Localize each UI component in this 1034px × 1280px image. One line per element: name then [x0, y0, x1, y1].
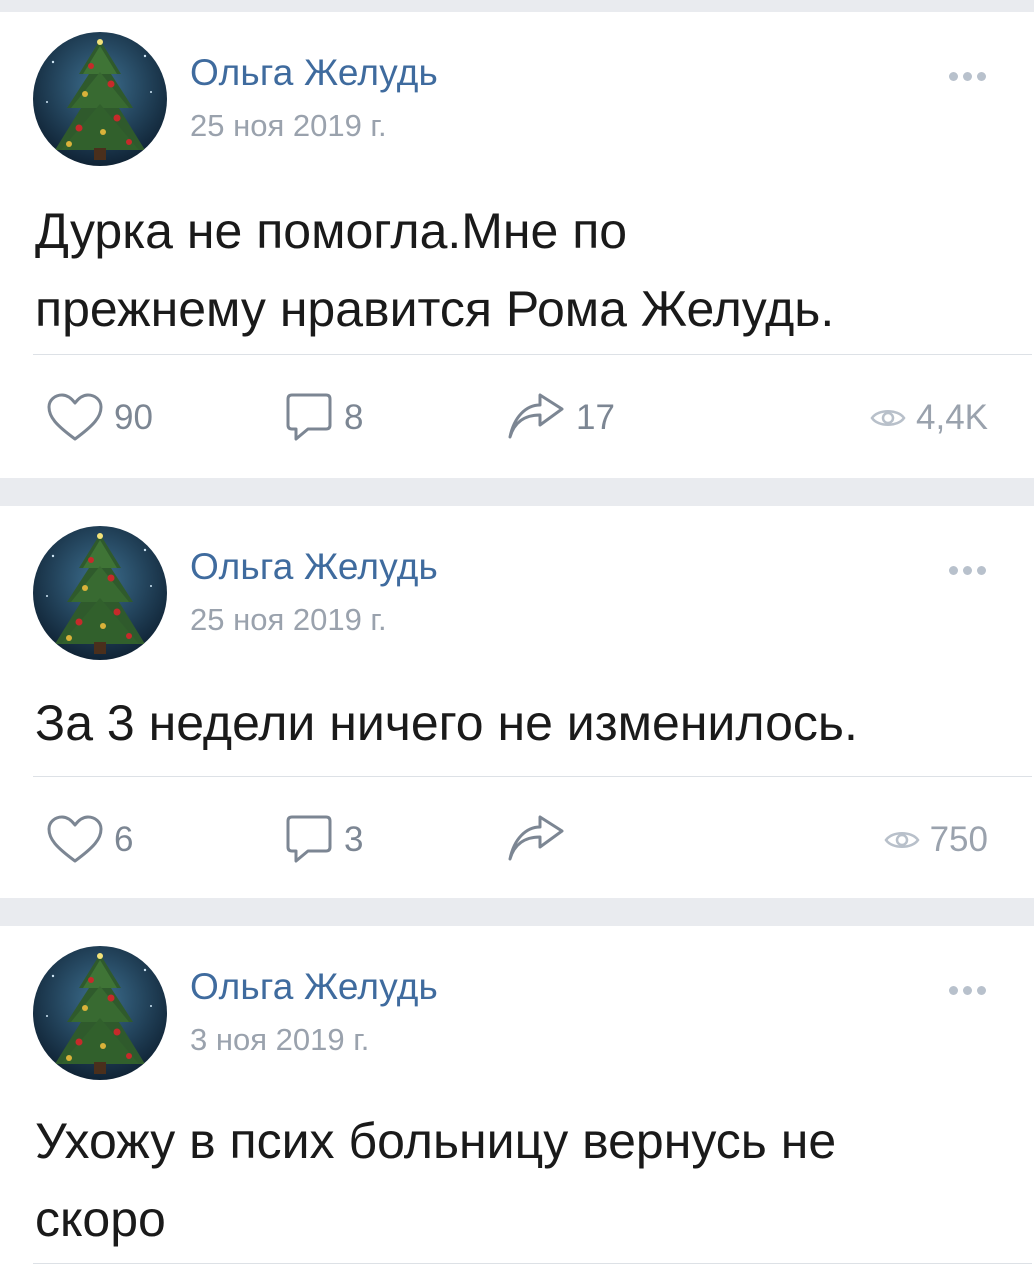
dot [949, 566, 958, 575]
dot [963, 72, 972, 81]
author-avatar[interactable] [33, 32, 167, 166]
share-button[interactable]: 17 [506, 388, 615, 448]
more-dots-icon[interactable] [949, 72, 986, 81]
post-text: За 3 недели ничего не изменилось. [35, 695, 858, 751]
dot [977, 566, 986, 575]
author-avatar[interactable] [33, 946, 167, 1080]
author-name[interactable]: Ольга Желудь [190, 966, 438, 1008]
divider [33, 776, 1032, 777]
post: Ольга Желудь 3 ноя 2019 г. Ухожу в псих … [0, 926, 1034, 1280]
dot [949, 986, 958, 995]
eye-icon [870, 410, 906, 426]
comment-icon [286, 393, 332, 441]
views: 750 [884, 810, 988, 870]
likes-count: 90 [114, 398, 153, 437]
divider [33, 1263, 1032, 1264]
heart-icon [47, 393, 103, 441]
views-count: 4,4K [916, 398, 988, 437]
christmas-tree-avatar [33, 32, 167, 166]
views-count: 750 [929, 820, 988, 859]
like-button[interactable]: 6 [46, 810, 133, 870]
dot [977, 986, 986, 995]
like-button[interactable]: 90 [46, 388, 153, 448]
divider [33, 354, 1032, 355]
author-name[interactable]: Ольга Желудь [190, 52, 438, 94]
feed: Ольга Желудь 25 ноя 2019 г. Дурка не пом… [0, 0, 1034, 1280]
author-avatar[interactable] [33, 526, 167, 660]
dot [977, 72, 986, 81]
post-actions: 90 8 17 4,4K [0, 388, 1034, 448]
share-button[interactable] [506, 810, 576, 870]
christmas-tree-avatar [33, 526, 167, 660]
post-date[interactable]: 25 ноя 2019 г. [190, 108, 387, 144]
christmas-tree-avatar [33, 946, 167, 1080]
comment-button[interactable]: 3 [284, 810, 363, 870]
likes-count: 6 [114, 820, 134, 859]
dot [949, 72, 958, 81]
comment-button[interactable]: 8 [284, 388, 363, 448]
author-name[interactable]: Ольга Желудь [190, 546, 438, 588]
heart-icon [47, 815, 103, 863]
more-dots-icon[interactable] [949, 986, 986, 995]
shares-count: 17 [576, 398, 615, 437]
more-dots-icon[interactable] [949, 566, 986, 575]
comment-icon [286, 815, 332, 863]
eye-icon [884, 832, 920, 848]
views: 4,4K [870, 388, 988, 448]
comments-count: 3 [344, 820, 364, 859]
share-icon [508, 393, 564, 439]
post-date[interactable]: 3 ноя 2019 г. [190, 1022, 369, 1058]
post-actions: 6 3 750 [0, 810, 1034, 870]
post: Ольга Желудь 25 ноя 2019 г. Дурка не пом… [0, 12, 1034, 478]
post-date[interactable]: 25 ноя 2019 г. [190, 602, 387, 638]
post-text: Дурка не помогла.Мне по прежнему нравитс… [35, 203, 835, 337]
comments-count: 8 [344, 398, 364, 437]
post-text: Ухожу в псих больницу вернусь не скоро [35, 1113, 837, 1247]
dot [963, 986, 972, 995]
post: Ольга Желудь 25 ноя 2019 г. За 3 недели … [0, 506, 1034, 898]
dot [963, 566, 972, 575]
share-icon [508, 815, 564, 861]
